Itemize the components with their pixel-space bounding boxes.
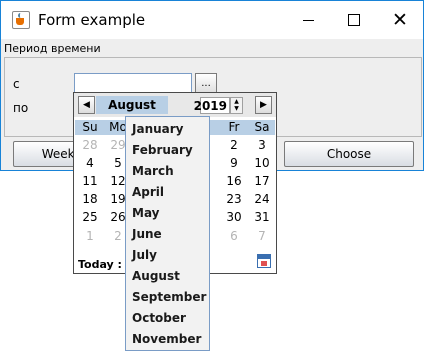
day-cell[interactable]: 4 (76, 156, 104, 170)
spinner-down-icon[interactable]: ▼ (231, 105, 242, 112)
weekday-sa: Sa (254, 120, 270, 134)
minimize-button[interactable] (285, 1, 331, 39)
month-option-june[interactable]: June (132, 227, 162, 241)
java-cup-icon (12, 11, 30, 29)
close-button[interactable]: ✕ (377, 1, 423, 39)
window-title: Form example (38, 11, 146, 29)
day-cell[interactable]: 10 (248, 156, 276, 170)
day-cell[interactable]: 30 (220, 210, 248, 224)
day-cell[interactable]: 25 (76, 210, 104, 224)
month-option-january[interactable]: January (132, 122, 184, 136)
spinner-up-icon[interactable]: ▲ (231, 98, 242, 105)
month-option-october[interactable]: October (132, 311, 186, 325)
weekday-fr: Fr (228, 120, 240, 134)
day-cell[interactable]: 6 (220, 229, 248, 243)
day-cell[interactable]: 23 (220, 192, 248, 206)
day-cell[interactable]: 28 (76, 138, 104, 152)
month-selector[interactable]: August (96, 96, 168, 114)
minimize-icon (302, 19, 314, 21)
section-label: Период времени (4, 42, 101, 55)
month-option-september[interactable]: September (132, 290, 206, 304)
next-month-button[interactable]: ▶ (255, 96, 272, 114)
month-option-november[interactable]: November (132, 332, 201, 346)
day-cell[interactable]: 24 (248, 192, 276, 206)
arrow-right-icon: ▶ (260, 99, 267, 110)
day-cell[interactable]: 16 (220, 174, 248, 188)
day-cell[interactable]: 11 (76, 174, 104, 188)
maximize-button[interactable] (331, 1, 377, 39)
year-spinner[interactable]: ▲ ▼ (230, 97, 243, 114)
title-bar: Form example ✕ (1, 1, 423, 39)
day-cell[interactable]: 3 (248, 138, 276, 152)
choose-button[interactable]: Choose (284, 141, 414, 167)
month-option-february[interactable]: February (132, 143, 193, 157)
day-cell[interactable]: 7 (248, 229, 276, 243)
year-field[interactable]: 2019 (194, 97, 230, 114)
day-cell[interactable]: 17 (248, 174, 276, 188)
calendar-header: ◀ August 2019 ▲ ▼ ▶ (74, 93, 276, 117)
month-option-july[interactable]: July (132, 248, 157, 262)
month-option-may[interactable]: May (132, 206, 160, 220)
arrow-left-icon: ◀ (83, 99, 90, 110)
close-icon: ✕ (392, 8, 408, 31)
maximize-icon (348, 14, 360, 26)
day-cell[interactable]: 31 (248, 210, 276, 224)
day-cell[interactable]: 18 (76, 192, 104, 206)
calendar-icon[interactable] (257, 254, 271, 268)
month-dropdown: January February March April May June Ju… (125, 116, 210, 351)
from-label: с (13, 77, 20, 91)
month-option-april[interactable]: April (132, 185, 164, 199)
day-cell[interactable]: 1 (76, 229, 104, 243)
prev-month-button[interactable]: ◀ (78, 96, 95, 114)
day-cell[interactable]: 9 (220, 156, 248, 170)
day-cell[interactable]: 2 (220, 138, 248, 152)
month-option-august[interactable]: August (132, 269, 180, 283)
to-label: по (13, 101, 29, 115)
weekday-su: Su (82, 120, 98, 134)
month-option-march[interactable]: March (132, 164, 174, 178)
